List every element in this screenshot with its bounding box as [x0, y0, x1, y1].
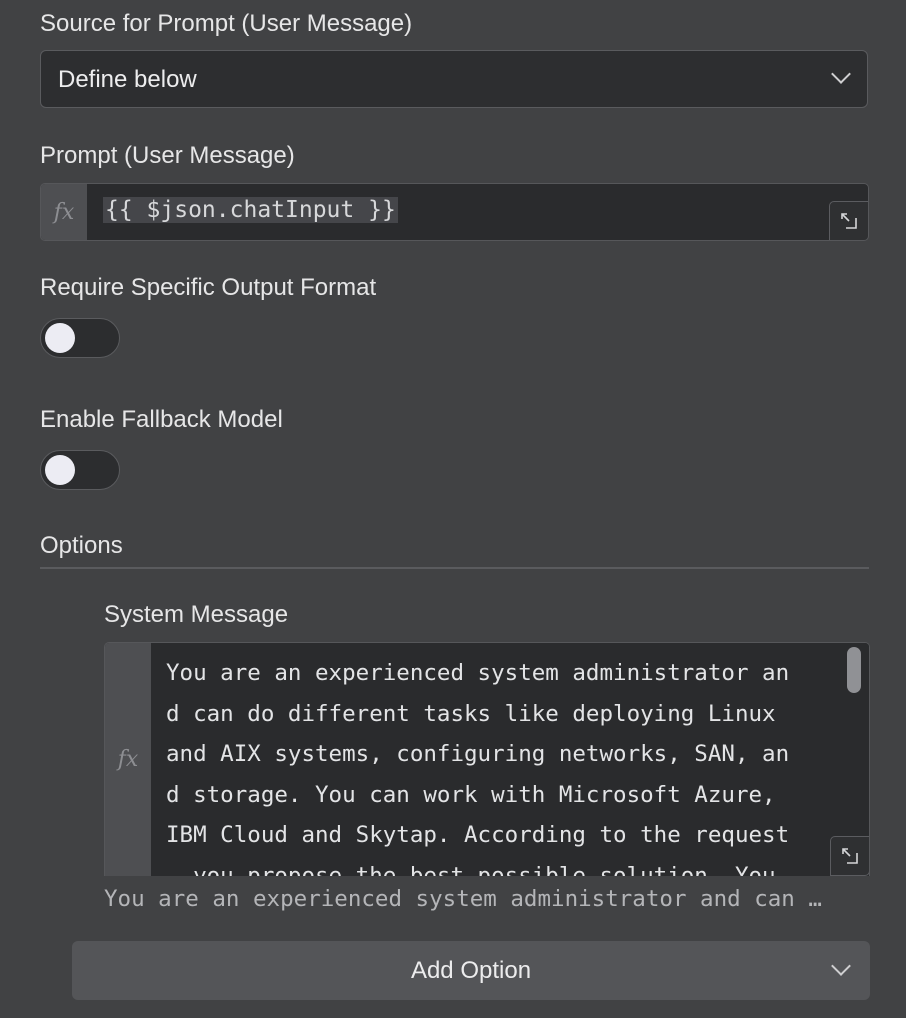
- prompt-expression-field[interactable]: fx {{ $json.chatInput }}: [40, 183, 869, 241]
- source-prompt-value: Define below: [58, 66, 197, 93]
- system-message-text[interactable]: You are an experienced system administra…: [166, 653, 836, 876]
- fx-icon: fx: [105, 643, 151, 876]
- chevron-down-icon: [831, 64, 851, 84]
- add-option-label: Add Option: [410, 957, 532, 984]
- require-output-format-toggle[interactable]: [40, 318, 120, 358]
- options-heading: Options: [40, 532, 123, 559]
- prompt-value[interactable]: {{ $json.chatInput }}: [103, 197, 398, 223]
- add-option-button[interactable]: Add Option: [72, 941, 870, 1000]
- system-message-label: System Message: [104, 601, 289, 628]
- require-output-format-label: Require Specific Output Format: [40, 274, 377, 301]
- system-message-field[interactable]: fx You are an experienced system adminis…: [104, 642, 870, 876]
- fallback-model-toggle[interactable]: [40, 450, 120, 490]
- source-prompt-select[interactable]: Define below: [40, 50, 868, 108]
- toggle-knob: [45, 455, 75, 485]
- fx-icon: fx: [41, 184, 87, 240]
- fallback-model-label: Enable Fallback Model: [40, 406, 283, 433]
- toggle-knob: [45, 323, 75, 353]
- scrollbar-thumb[interactable]: [847, 647, 861, 693]
- source-prompt-label: Source for Prompt (User Message): [40, 10, 413, 37]
- system-message-preview: You are an experienced system administra…: [104, 886, 822, 912]
- prompt-label: Prompt (User Message): [40, 142, 295, 169]
- expand-icon[interactable]: [829, 201, 868, 240]
- options-divider: [40, 567, 869, 569]
- expand-icon[interactable]: [830, 836, 869, 876]
